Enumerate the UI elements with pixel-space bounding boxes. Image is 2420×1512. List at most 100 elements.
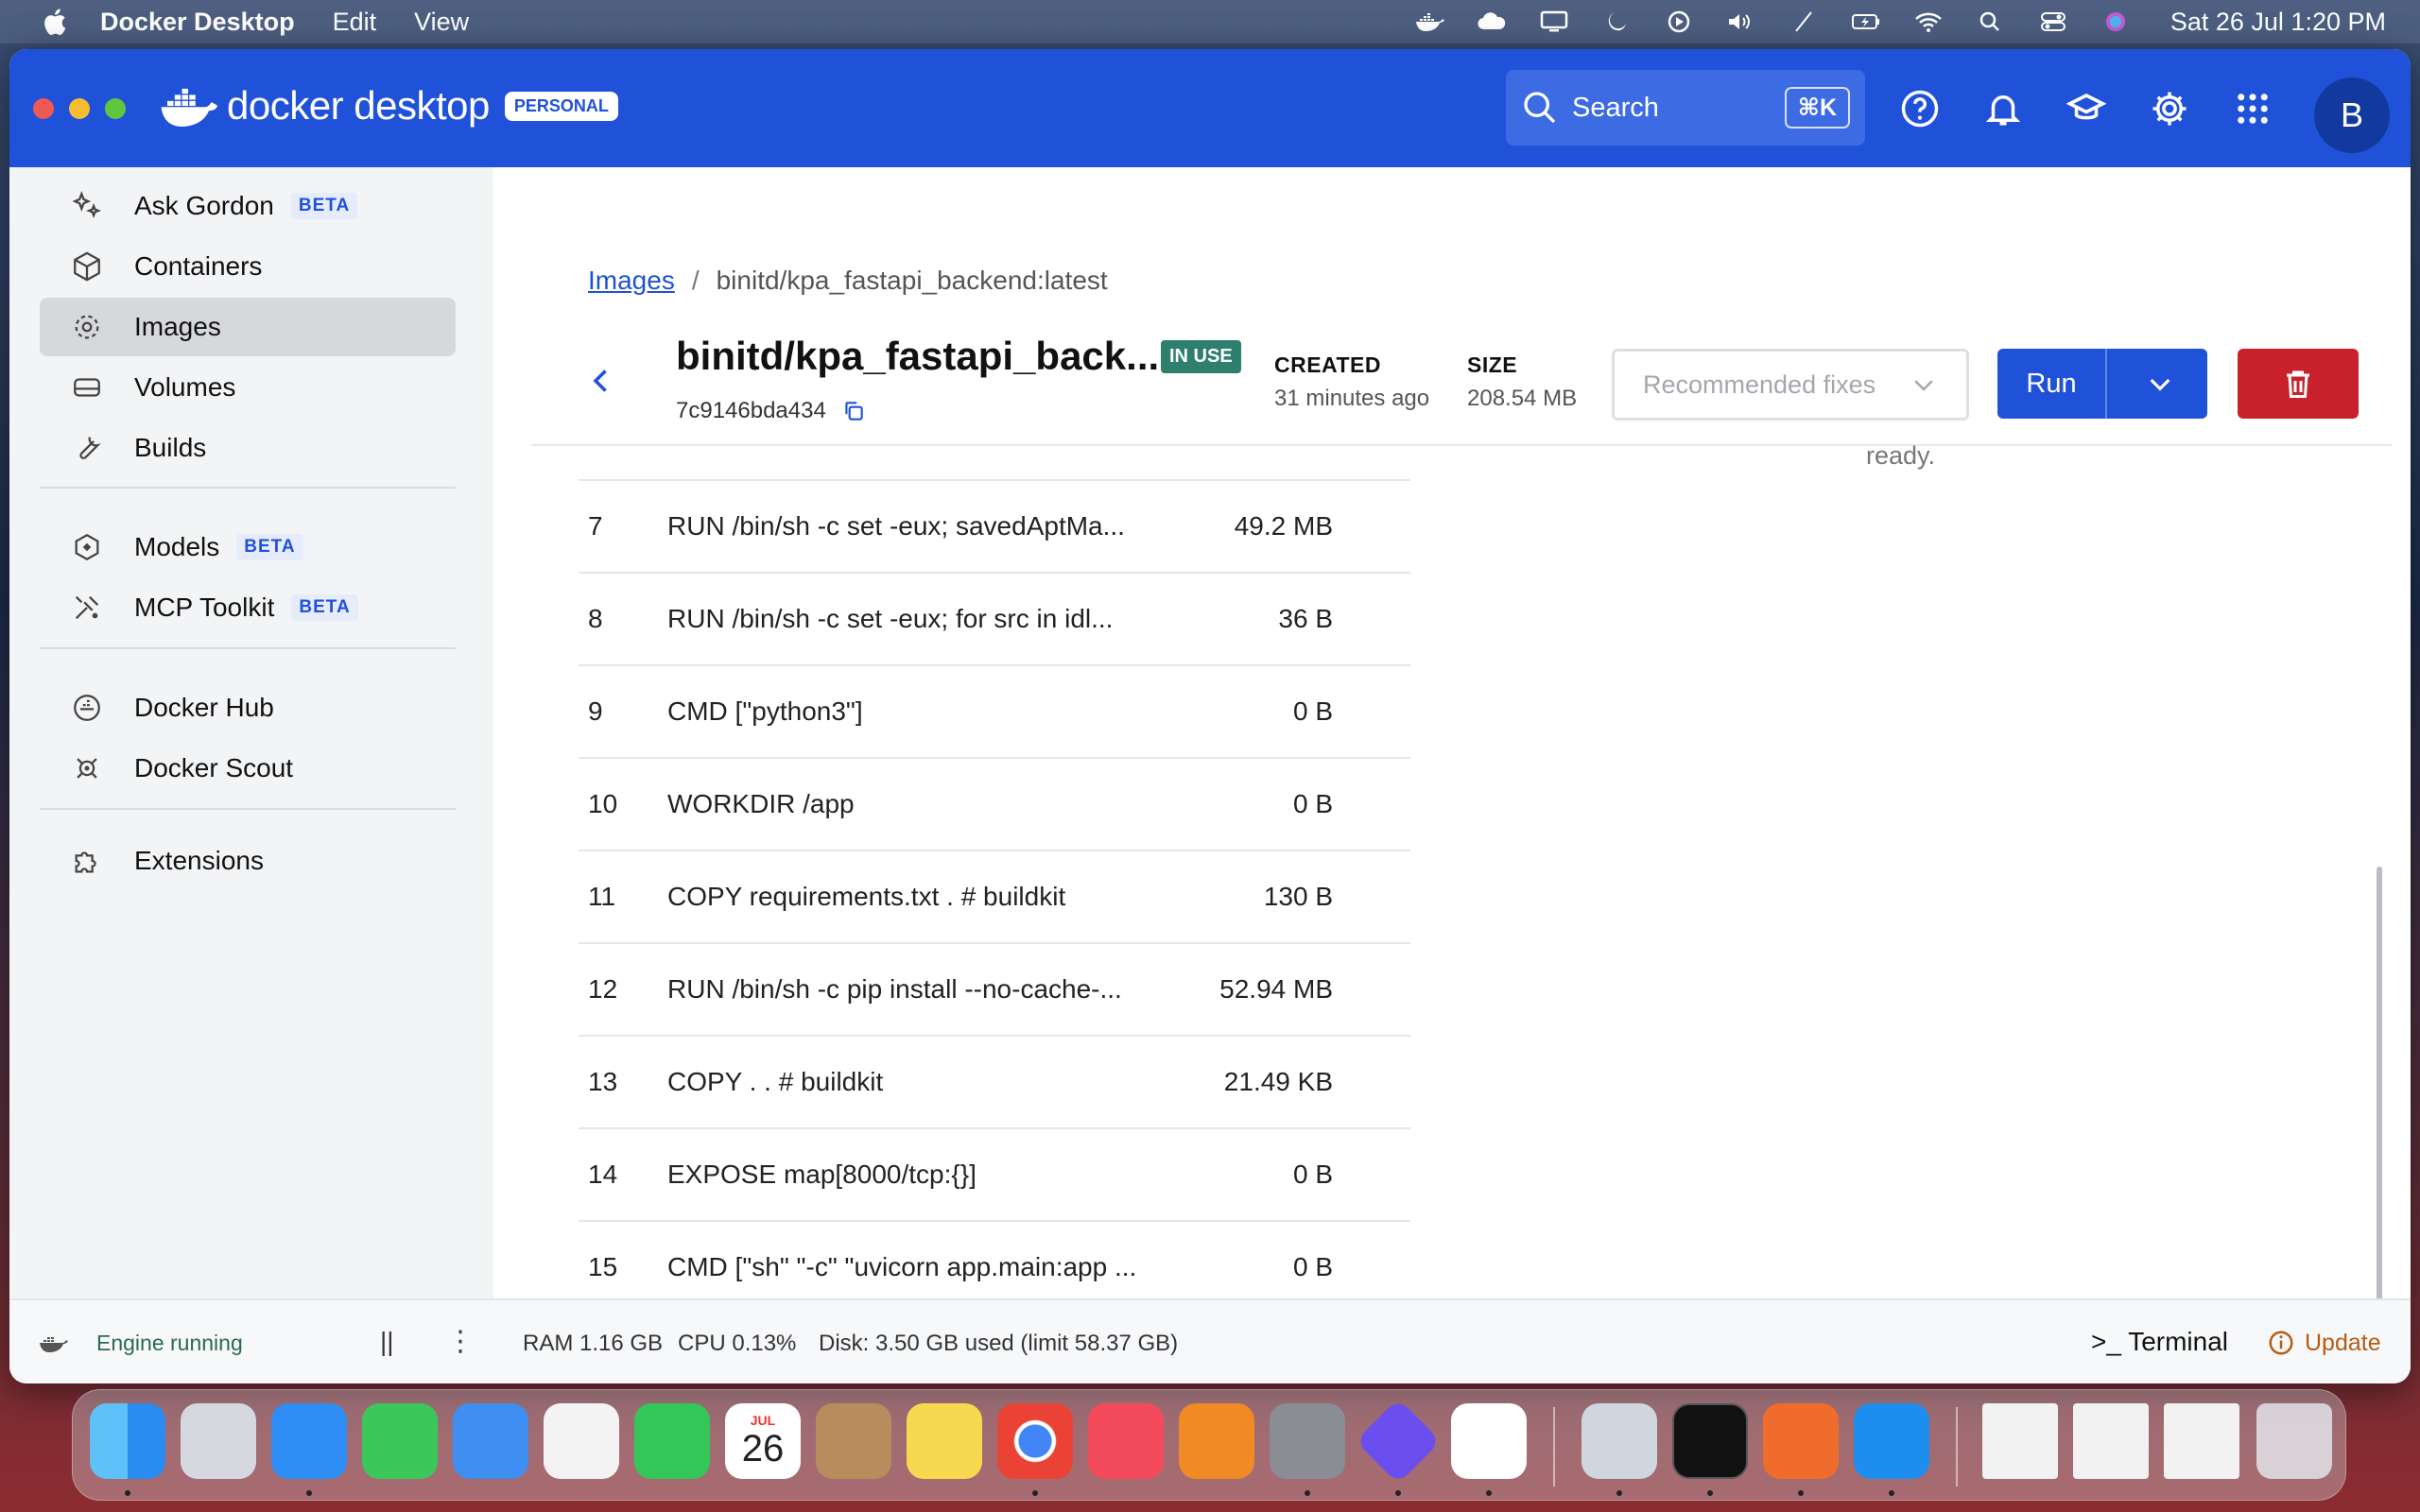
size-value: 208.54 MB — [1467, 386, 1578, 411]
settings-gear-icon[interactable] — [2148, 87, 2191, 130]
table-row[interactable]: 14 EXPOSE map[8000/tcp:{}] 0 B — [579, 1129, 1410, 1222]
delete-image-button[interactable] — [2238, 349, 2359, 419]
sidebar-item-docker-scout[interactable]: Docker Scout — [40, 739, 456, 798]
zoom-window-button[interactable] — [105, 98, 126, 119]
table-row[interactable]: 12 RUN /bin/sh -c pip install --no-cache… — [579, 944, 1410, 1037]
volume-icon[interactable] — [1724, 8, 1758, 36]
play-icon[interactable] — [1662, 8, 1696, 36]
document-thumbnail[interactable] — [1982, 1403, 2058, 1479]
music-app-icon[interactable] — [1088, 1403, 1164, 1479]
size-label: SIZE — [1467, 352, 1518, 377]
wifi-icon[interactable] — [1911, 8, 1945, 36]
system-settings-app-icon[interactable] — [1270, 1403, 1345, 1479]
table-row[interactable]: 11 COPY requirements.txt . # buildkit 13… — [579, 851, 1410, 944]
notifications-icon[interactable] — [1981, 87, 2025, 130]
layer-command: RUN /bin/sh -c pip install --no-cache-..… — [667, 974, 1122, 1004]
layer-number: 10 — [588, 789, 618, 818]
document-thumbnail[interactable] — [2164, 1403, 2239, 1479]
apps-grid-icon[interactable] — [2231, 87, 2274, 130]
image-id-text: 7c9146bda434 — [676, 398, 826, 423]
run-button[interactable]: Run — [1997, 369, 2105, 400]
in-use-badge: IN USE — [1161, 340, 1241, 373]
sidebar-item-docker-hub[interactable]: Docker Hub — [40, 679, 456, 737]
layer-command: EXPOSE map[8000/tcp:{}] — [667, 1160, 977, 1189]
back-arrow-icon[interactable] — [584, 364, 622, 402]
sidebar-item-builds[interactable]: Builds — [40, 419, 456, 477]
vscode-app-icon[interactable] — [1451, 1403, 1527, 1479]
breadcrumb: Images / binitd/kpa_fastapi_backend:late… — [588, 266, 1108, 296]
recommended-fixes-dropdown[interactable]: Recommended fixes — [1612, 349, 1969, 421]
safari-app-icon[interactable] — [271, 1403, 347, 1479]
pen-icon[interactable] — [1787, 8, 1821, 36]
sidebar-item-ask-gordon[interactable]: Ask Gordon BETA — [40, 177, 456, 235]
docker-app-icon[interactable] — [1854, 1403, 1929, 1479]
books-app-icon[interactable] — [1179, 1403, 1254, 1479]
sidebar-item-extensions[interactable]: Extensions — [40, 832, 456, 890]
apple-icon[interactable] — [40, 7, 68, 37]
moon-icon[interactable] — [1599, 8, 1634, 36]
terminal-app-icon[interactable] — [1672, 1403, 1748, 1479]
chevron-down-icon[interactable] — [2145, 369, 2175, 399]
battery-icon[interactable] — [1849, 8, 1883, 36]
update-button[interactable]: Update — [2267, 1329, 2381, 1357]
layer-number: 12 — [588, 974, 618, 1004]
trash-icon[interactable] — [2256, 1403, 2332, 1479]
prompt-app-icon[interactable] — [1355, 1398, 1442, 1485]
siri-icon[interactable] — [2099, 8, 2133, 36]
terminal-button[interactable]: >_ Terminal — [2091, 1327, 2228, 1357]
control-center-icon[interactable] — [2036, 8, 2070, 36]
table-row[interactable]: 13 COPY . . # buildkit 21.49 KB — [579, 1037, 1410, 1129]
menubar-clock[interactable]: Sat 26 Jul 1:20 PM — [2170, 8, 2386, 37]
sidebar-item-containers[interactable]: Containers — [40, 237, 456, 296]
sidebar-item-mcp-toolkit[interactable]: MCP Toolkit BETA — [40, 578, 456, 637]
finder-app-icon[interactable] — [90, 1403, 165, 1479]
user-avatar[interactable]: B — [2314, 77, 2390, 153]
cloud-icon[interactable] — [1475, 8, 1509, 36]
help-icon[interactable] — [1898, 87, 1942, 130]
layer-command: RUN /bin/sh -c set -eux; savedAptMa... — [667, 511, 1125, 541]
docker-menubar-icon[interactable] — [1412, 8, 1446, 36]
document-thumbnail[interactable] — [2073, 1403, 2149, 1479]
layer-size: 52.94 MB — [1219, 974, 1333, 1004]
breadcrumb-images-link[interactable]: Images — [588, 266, 675, 296]
table-row[interactable]: 7 RUN /bin/sh -c set -eux; savedAptMa...… — [579, 481, 1410, 574]
table-row[interactable]: 10 WORKDIR /app 0 B — [579, 759, 1410, 851]
scrollbar[interactable] — [2377, 867, 2382, 1339]
notes-app-icon[interactable] — [907, 1403, 982, 1479]
photos-app-icon[interactable] — [544, 1403, 619, 1479]
contacts-app-icon[interactable] — [816, 1403, 891, 1479]
menu-view[interactable]: View — [414, 8, 469, 37]
beta-badge: BETA — [290, 193, 358, 219]
display-icon[interactable] — [1537, 8, 1571, 36]
minimize-window-button[interactable] — [69, 98, 90, 119]
menu-app-name[interactable]: Docker Desktop — [100, 8, 295, 37]
more-options-button[interactable]: ⋮ — [446, 1325, 475, 1358]
breadcrumb-separator: / — [691, 266, 700, 295]
layer-command: RUN /bin/sh -c set -eux; for src in idl.… — [667, 604, 1114, 633]
copy-icon[interactable] — [841, 399, 866, 423]
table-row[interactable]: 8 RUN /bin/sh -c set -eux; for src in id… — [579, 574, 1410, 666]
facetime-app-icon[interactable] — [634, 1403, 710, 1479]
messages-app-icon[interactable] — [362, 1403, 438, 1479]
preview-app-icon[interactable] — [1582, 1403, 1657, 1479]
launchpad-app-icon[interactable] — [181, 1403, 256, 1479]
run-split-button[interactable]: Run — [1997, 349, 2207, 419]
table-row[interactable]: 9 CMD ["python3"] 0 B — [579, 666, 1410, 759]
sidebar-item-models[interactable]: Models BETA — [40, 518, 456, 576]
sidebar-item-images[interactable]: Images — [40, 298, 456, 356]
search-icon[interactable] — [1974, 8, 2008, 36]
running-indicator — [125, 1490, 130, 1496]
dock-separator — [1553, 1407, 1555, 1486]
engine-status: Engine running — [96, 1331, 243, 1355]
close-window-button[interactable] — [33, 98, 54, 119]
sidebar-item-volumes[interactable]: Volumes — [40, 358, 456, 417]
mail-app-icon[interactable] — [453, 1403, 528, 1479]
menu-edit[interactable]: Edit — [333, 8, 377, 37]
calendar-app-icon[interactable]: JUL 26 — [725, 1403, 801, 1479]
brand-name: docker desktop — [227, 83, 490, 128]
chrome-app-icon[interactable] — [997, 1403, 1073, 1479]
postman-app-icon[interactable] — [1763, 1403, 1839, 1479]
pause-button[interactable]: || — [380, 1327, 394, 1357]
global-search[interactable]: Search ⌘K — [1506, 70, 1865, 146]
learning-center-icon[interactable] — [2065, 87, 2108, 130]
